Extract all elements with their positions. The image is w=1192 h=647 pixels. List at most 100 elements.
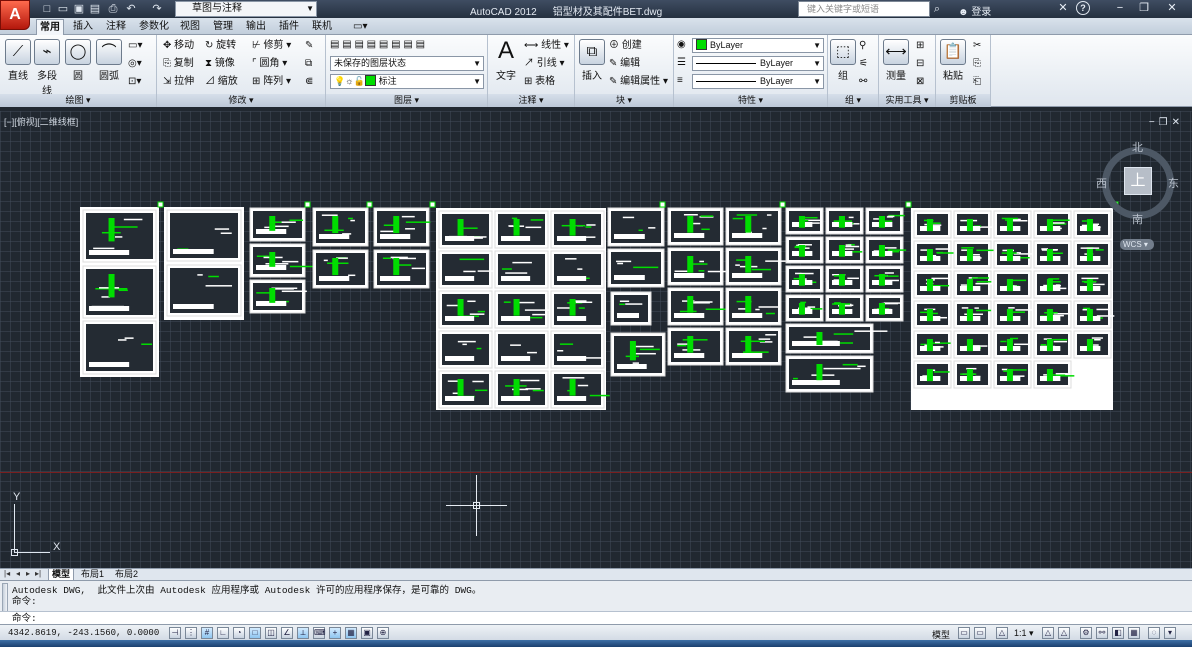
selection-cycling-icon[interactable]: ⊕ <box>377 627 389 639</box>
linetype-select[interactable]: ByLayer ▼ <box>692 74 824 89</box>
open-icon[interactable]: ▭ <box>56 2 70 16</box>
stretch-button[interactable]: ⇲ 拉伸 <box>163 75 194 89</box>
grid-display-icon[interactable]: # <box>201 627 213 639</box>
erase-icon[interactable]: ✎ <box>305 39 313 53</box>
tab-next-icon[interactable]: ▸ <box>26 569 30 578</box>
tab-online[interactable]: 联机 <box>309 19 335 35</box>
tab-plugins[interactable]: 插件 <box>276 19 302 35</box>
groups-panel-title[interactable]: 组 ▾ <box>828 94 878 107</box>
lineweight-toggle-icon[interactable]: + <box>329 627 341 639</box>
copy-button[interactable]: ⎘ 复制 <box>163 57 194 71</box>
tab-home[interactable]: 常用 <box>36 19 64 35</box>
tab-first-icon[interactable]: |◂ <box>4 569 10 578</box>
tab-last-icon[interactable]: ▸| <box>35 569 41 578</box>
paste-button[interactable]: 📋 粘贴 <box>938 39 968 82</box>
tab-output[interactable]: 输出 <box>243 19 269 35</box>
array-button[interactable]: ⊞ 阵列 ▾ <box>252 75 291 89</box>
object-snap-tracking-icon[interactable]: ∠ <box>281 627 293 639</box>
quick-select-icon[interactable]: ⊞ <box>916 39 924 53</box>
group-select-icon[interactable]: ⚯ <box>859 75 867 89</box>
new-icon[interactable]: □ <box>40 2 54 16</box>
application-menu-button[interactable]: A <box>0 0 30 30</box>
rectangle-icon[interactable]: ▭▾ <box>128 39 142 53</box>
lineweight-select[interactable]: ByLayer ▼ <box>692 56 824 71</box>
quick-view-drawings-icon[interactable]: ▭ <box>974 627 986 639</box>
circle-button[interactable]: ◯ 圆 <box>64 39 92 82</box>
text-button[interactable]: A 文字 <box>492 39 520 83</box>
compass-west[interactable]: 西 <box>1096 175 1107 191</box>
properties-panel-title[interactable]: 特性 ▾ <box>674 94 827 107</box>
tab-layout1[interactable]: 布局1 <box>78 569 107 580</box>
modify-panel-title[interactable]: 修改 ▾ <box>157 94 325 107</box>
dynamic-input-icon[interactable]: ⌨ <box>313 627 326 639</box>
ungroup-icon[interactable]: ⚲ <box>859 39 866 53</box>
tab-view[interactable]: 视图 <box>177 19 203 35</box>
wcs-menu[interactable]: WCS ▾ <box>1120 239 1154 250</box>
object-snap-icon[interactable]: □ <box>249 627 261 639</box>
compass-east[interactable]: 东 <box>1168 175 1179 191</box>
color-select[interactable]: ByLayer ▼ <box>692 38 824 53</box>
tab-parametric[interactable]: 参数化 <box>136 19 172 35</box>
layer-tools-icons[interactable]: ▤ ▤ ▤ ▤ ▤ ▤ ▤ ▤ <box>330 38 425 52</box>
save-icon[interactable]: ▣ <box>72 2 86 16</box>
undo-icon[interactable]: ↶ <box>124 2 138 16</box>
viewcube-top-face[interactable]: 上 <box>1124 167 1152 195</box>
isolate-objects-icon[interactable]: ◧ <box>1112 627 1124 639</box>
cut-icon[interactable]: ✂ <box>973 39 981 53</box>
saveas-icon[interactable]: ▤ <box>88 2 102 16</box>
ortho-mode-icon[interactable]: ∟ <box>217 627 229 639</box>
restore-button[interactable]: ❐ <box>1136 1 1152 16</box>
scale-button[interactable]: ⊿ 缩放 <box>205 75 238 89</box>
lock-ui-icon[interactable]: ⚯ <box>1096 627 1108 639</box>
layer-select[interactable]: 💡☼🔓 标注 ▼ <box>330 74 484 89</box>
id-point-icon[interactable]: ⊠ <box>916 75 924 89</box>
workspace-select[interactable]: 草图与注释 ▼ <box>175 1 317 17</box>
leader-button[interactable]: ↗ 引线 ▾ <box>524 57 565 71</box>
linear-dim-button[interactable]: ⟷ 线性 ▾ <box>524 39 569 53</box>
search-icon[interactable]: ⌕ <box>930 1 944 17</box>
copy-clip-icon[interactable]: ⎘ <box>973 57 981 71</box>
ribbon-options-button[interactable]: ▭▾ <box>350 19 370 35</box>
layers-panel-title[interactable]: 图层 ▾ <box>326 94 487 107</box>
tab-manage[interactable]: 管理 <box>210 19 236 35</box>
create-block-button[interactable]: ⊕ 创建 <box>609 39 642 53</box>
lineweight-icon[interactable]: ☰ <box>677 56 686 70</box>
measure-button[interactable]: ⟷ 测量 <box>881 39 911 82</box>
exchange-icon[interactable]: ✕ <box>1055 1 1071 16</box>
block-panel-title[interactable]: 块 ▾ <box>575 94 673 107</box>
close-button[interactable]: ✕ <box>1164 1 1180 16</box>
login-button[interactable]: ☻ 登录 <box>958 3 991 18</box>
polyline-button[interactable]: ⌁ 多段线 <box>33 39 61 97</box>
infer-constraints-icon[interactable]: ⊣ <box>169 627 181 639</box>
dynamic-ucs-icon[interactable]: ⟂ <box>297 627 309 639</box>
auto-scale-icon[interactable]: △ <box>1058 627 1070 639</box>
annotation-scale[interactable]: 1:1 ▾ <box>1014 628 1034 639</box>
draw-panel-title[interactable]: 绘图 ▾ <box>0 94 156 107</box>
move-button[interactable]: ✥ 移动 <box>163 39 194 53</box>
trim-button[interactable]: ⊬ 修剪 ▾ <box>252 39 291 53</box>
tab-annotate[interactable]: 注释 <box>103 19 129 35</box>
region-icon[interactable]: ⊡▾ <box>128 75 141 89</box>
polar-tracking-icon[interactable]: ◔ <box>233 627 245 639</box>
transparency-icon[interactable]: ▦ <box>345 627 357 639</box>
arc-button[interactable]: ⌒ 圆弧 <box>95 39 123 82</box>
group-button[interactable]: ⬚ 组 <box>830 39 856 82</box>
linetype-icon[interactable]: ≡ <box>677 74 683 88</box>
rotate-button[interactable]: ↻ 旋转 <box>205 39 236 53</box>
utilities-panel-title[interactable]: 实用工具 ▾ <box>879 94 935 107</box>
group-edit-icon[interactable]: ⚟ <box>859 57 868 71</box>
offset-icon[interactable]: ⋐ <box>305 75 313 89</box>
clean-screen-icon[interactable]: ◌ <box>1148 627 1160 639</box>
tab-prev-icon[interactable]: ◂ <box>16 569 20 578</box>
annotation-scale-icon[interactable]: △ <box>996 627 1008 639</box>
search-input[interactable]: 键入关键字或短语 <box>798 1 930 17</box>
clipboard-panel-title[interactable]: 剪贴板 <box>936 94 990 107</box>
minimize-button[interactable]: − <box>1112 1 1128 16</box>
quick-view-layouts-icon[interactable]: ▭ <box>958 627 970 639</box>
edit-block-button[interactable]: ✎ 编辑 <box>609 57 640 71</box>
edit-attributes-button[interactable]: ✎ 编辑属性 ▾ <box>609 75 668 89</box>
fillet-button[interactable]: ⌜ 圆角 ▾ <box>252 57 287 71</box>
layer-state-select[interactable]: 未保存的图层状态 ▼ <box>330 56 484 71</box>
annotation-panel-title[interactable]: 注释 ▾ <box>488 94 574 107</box>
3d-object-snap-icon[interactable]: ◫ <box>265 627 277 639</box>
